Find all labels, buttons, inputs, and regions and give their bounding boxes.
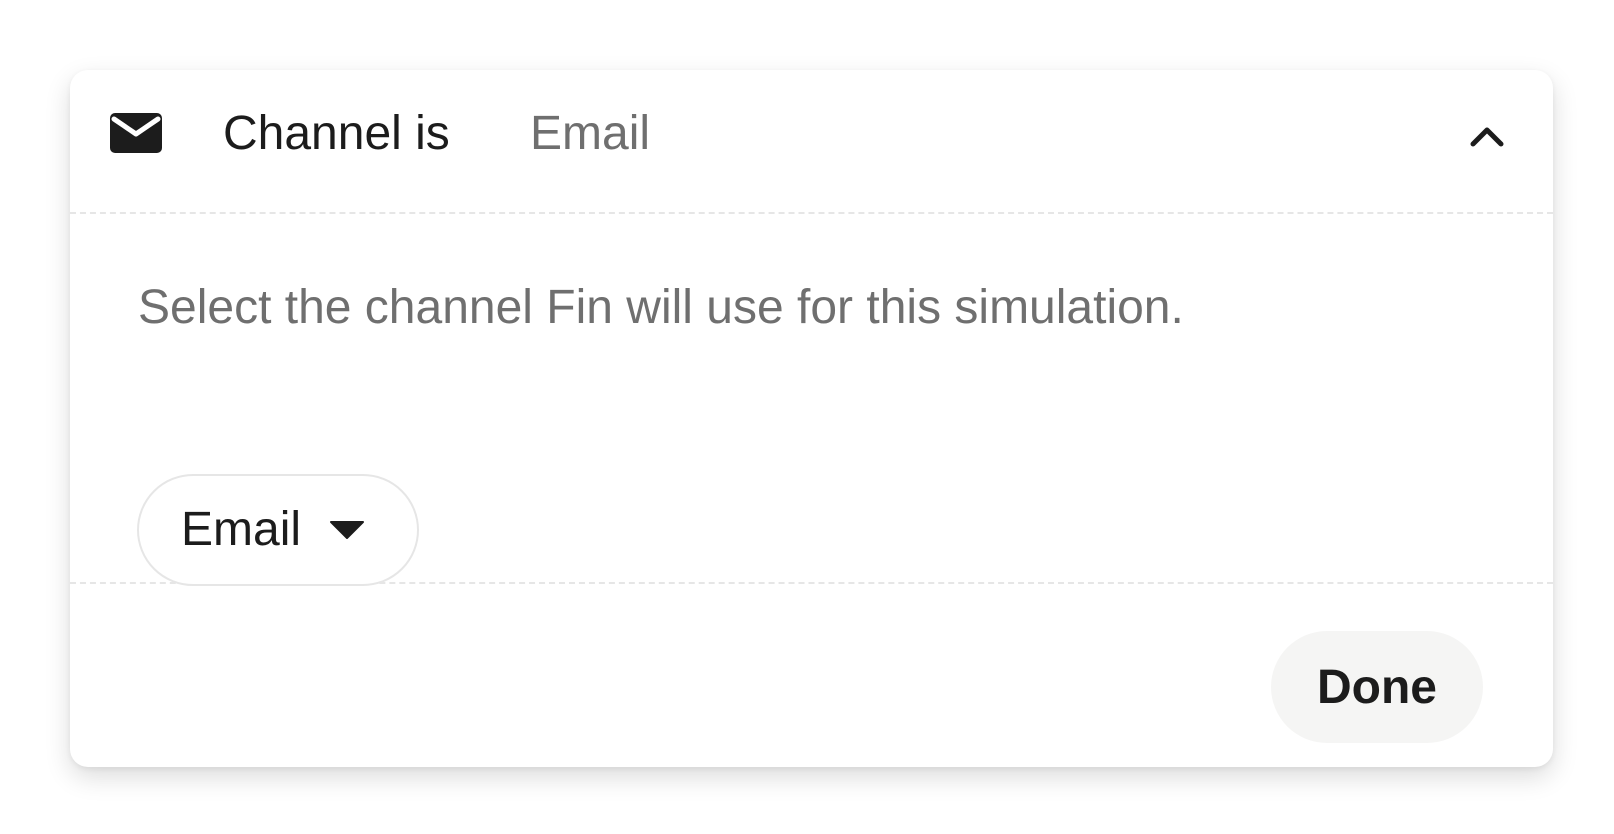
chevron-up-icon xyxy=(1470,127,1504,147)
done-button[interactable]: Done xyxy=(1271,631,1483,743)
channel-filter-panel: Channel is Email Select the channel Fin … xyxy=(70,70,1553,767)
mail-icon xyxy=(110,113,162,153)
channel-select[interactable]: Email xyxy=(137,474,419,586)
panel-footer: Done xyxy=(70,584,1553,767)
channel-select-value: Email xyxy=(181,503,302,556)
panel-header[interactable]: Channel is Email xyxy=(70,70,1553,214)
collapse-button[interactable] xyxy=(1459,108,1515,164)
channel-label: Channel is xyxy=(223,107,450,160)
caret-down-icon xyxy=(330,521,365,539)
channel-value: Email xyxy=(530,107,651,160)
panel-body: Select the channel Fin will use for this… xyxy=(70,214,1553,586)
panel-description: Select the channel Fin will use for this… xyxy=(138,281,1184,334)
